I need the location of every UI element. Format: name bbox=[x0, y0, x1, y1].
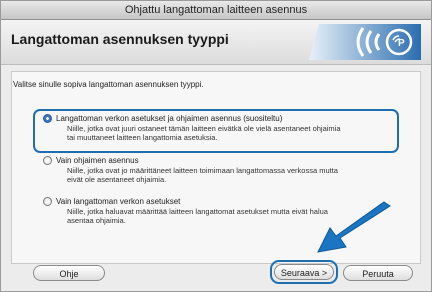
radio-option-full-setup[interactable] bbox=[43, 114, 52, 123]
option-full-setup-desc-1: Niille, jotka ovat juuri ostaneet tämän … bbox=[67, 124, 341, 133]
help-button[interactable]: Ohje bbox=[33, 265, 105, 281]
next-button[interactable]: Seuraava > bbox=[274, 264, 334, 280]
option-driver-only-desc-1: Niille, jotka ovat jo määrittäneet laitt… bbox=[67, 166, 338, 175]
wizard-header: Langattoman asennuksen tyyppi P bbox=[1, 20, 431, 65]
instruction-text: Valitse sinulle sopiva langattoman asenn… bbox=[13, 80, 204, 89]
option-driver-only-desc-2: eivät ole asentaneet ohjaimia. bbox=[67, 175, 167, 184]
pointer-arrow-icon bbox=[317, 201, 391, 253]
radio-option-wireless-only[interactable] bbox=[43, 197, 52, 206]
wifi-signal-icon: P bbox=[309, 24, 421, 60]
page-title: Langattoman asennuksen tyyppi bbox=[11, 31, 229, 47]
radio-option-driver-only[interactable] bbox=[43, 156, 52, 165]
option-full-setup-label[interactable]: Langattoman verkon asetukset ja ohjaimen… bbox=[56, 114, 282, 123]
wizard-window: Ohjattu langattoman laitteen asennus Lan… bbox=[0, 0, 432, 292]
window-title: Ohjattu langattoman laitteen asennus bbox=[1, 1, 431, 20]
cancel-button[interactable]: Peruuta bbox=[343, 265, 413, 281]
option-full-setup-desc-2: tai muuttaneet laitteen langattomia aset… bbox=[67, 133, 218, 142]
option-wireless-only-label[interactable]: Vain langattoman verkon asetukset bbox=[56, 197, 180, 206]
option-driver-only-label[interactable]: Vain ohjaimen asennus bbox=[56, 156, 139, 165]
svg-text:P: P bbox=[398, 38, 405, 49]
